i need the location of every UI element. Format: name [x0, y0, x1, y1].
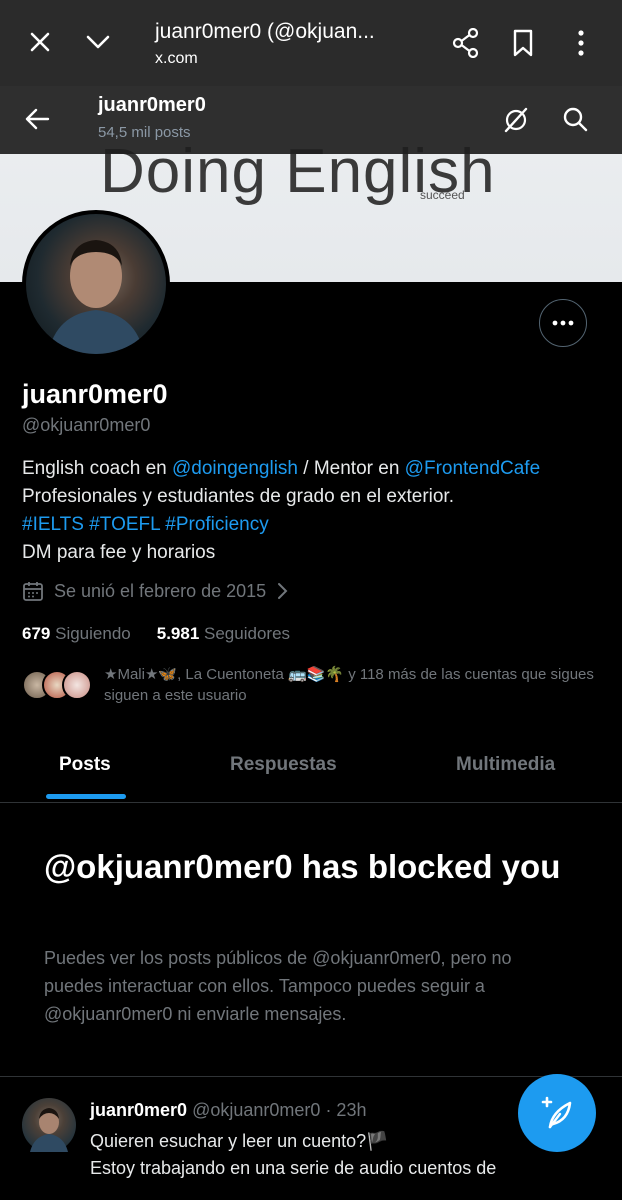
known-followers[interactable]: ★Mali★🦋, La Cuentoneta 🚌📚🌴 y 118 más de … [22, 664, 594, 706]
close-icon[interactable] [28, 30, 52, 59]
more-horiz-icon [552, 320, 574, 326]
profile-header-bar: juanr0mer0 54,5 mil posts [0, 86, 622, 154]
known-followers-text: ★Mali★🦋, La Cuentoneta 🚌📚🌴 y 118 más de … [104, 666, 594, 704]
joined-date[interactable]: Se unió el febrero de 2015 [22, 580, 288, 602]
tweet-author-handle[interactable]: @okjuanr0mer0 [192, 1100, 320, 1120]
mention-link-frontendcafe[interactable]: @FrontendCafe [405, 458, 540, 479]
compose-post-button[interactable] [518, 1074, 596, 1152]
tab-posts[interactable]: Posts [59, 754, 111, 776]
browser-url[interactable]: x.com [155, 50, 198, 68]
followers-label: Seguidores [204, 624, 291, 643]
header-profile-name: juanr0mer0 [98, 94, 206, 116]
tab-multimedia[interactable]: Multimedia [456, 754, 555, 776]
following-count: 679 [22, 624, 51, 643]
blocked-title: @okjuanr0mer0 has blocked you [44, 848, 561, 885]
profile-bio: English coach en @doingenglish / Mentor … [22, 455, 612, 567]
divider [0, 1076, 622, 1077]
blocked-description: Puedes ver los posts públicos de @okjuan… [44, 948, 512, 1024]
chevron-down-icon[interactable] [85, 32, 111, 57]
followers-count: 5.981 [156, 624, 200, 643]
browser-toolbar: juanr0mer0 (@okjuan... x.com [0, 0, 622, 86]
following-label: Siguiendo [55, 624, 131, 643]
compose-feather-icon [541, 1096, 572, 1129]
banner-subtext: succeed [420, 188, 465, 202]
grok-icon[interactable] [502, 106, 530, 139]
tweet-line: Estoy trabajando en una serie de audio c… [90, 1158, 497, 1178]
more-vert-icon[interactable] [577, 30, 585, 61]
more-options-button[interactable] [539, 299, 587, 347]
bio-text: / Mentor en [298, 458, 405, 479]
back-arrow-icon[interactable] [24, 107, 50, 136]
joined-text: Se unió el febrero de 2015 [54, 580, 267, 601]
mention-link-doingenglish[interactable]: @doingenglish [172, 458, 298, 479]
bottom-nav-edge [0, 1186, 622, 1200]
known-follower-avatar [62, 670, 92, 700]
bio-text: English coach en [22, 458, 172, 479]
profile-handle: @okjuanr0mer0 [22, 415, 151, 435]
bio-hashtags[interactable]: #IELTS #TOEFL #Proficiency [22, 511, 612, 539]
header-post-count: 54,5 mil posts [98, 124, 191, 141]
following-link[interactable]: 679 Siguiendo [22, 624, 131, 644]
calendar-icon [23, 582, 43, 601]
profile-name: juanr0mer0 [22, 379, 168, 409]
bookmark-icon[interactable] [512, 29, 534, 62]
bio-line-4: DM para fee y horarios [22, 542, 216, 563]
browser-page-title: juanr0mer0 (@okjuan... [155, 20, 375, 43]
tweet-header: juanr0mer0 @okjuanr0mer0 · 23h [90, 1100, 366, 1121]
tweet-author-name[interactable]: juanr0mer0 [90, 1100, 187, 1120]
active-tab-indicator [46, 794, 126, 799]
tweet-time: · 23h [325, 1100, 367, 1120]
followers-link[interactable]: 5.981 Seguidores [157, 624, 290, 644]
profile-tabs: Posts Respuestas Multimedia [0, 736, 622, 803]
bio-line-2: Profesionales y estudiantes de grado en … [22, 486, 454, 507]
share-icon[interactable] [452, 27, 480, 63]
search-icon[interactable] [562, 106, 588, 137]
tweet-avatar[interactable] [22, 1098, 76, 1152]
bio-line-1: English coach en @doingenglish / Mentor … [22, 455, 612, 483]
profile-avatar[interactable] [22, 210, 170, 358]
chevron-right-icon [278, 583, 288, 599]
follow-stats: 679 Siguiendo 5.981 Seguidores [22, 624, 290, 644]
tab-respuestas[interactable]: Respuestas [230, 754, 337, 776]
